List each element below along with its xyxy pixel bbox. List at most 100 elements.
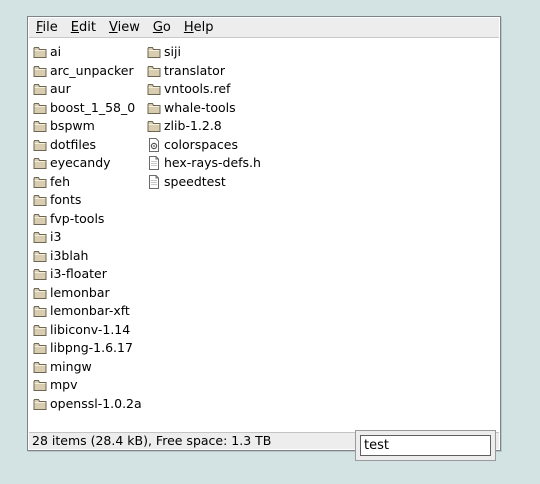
text-file-icon [147,156,161,171]
menu-label-rest: ile [42,19,58,35]
folder-icon [147,82,161,96]
file-item[interactable]: colorspaces [147,136,261,155]
file-item[interactable]: i3-floater [33,265,142,284]
file-item[interactable]: openssl-1.0.2a [33,395,142,414]
folder-icon [147,64,161,78]
file-name: bspwm [50,118,95,134]
file-item[interactable]: whale-tools [147,99,261,118]
file-name: zlib-1.2.8 [164,118,222,134]
folder-icon [33,64,47,78]
file-item[interactable]: ai [33,43,142,62]
file-item[interactable]: zlib-1.2.8 [147,117,261,136]
file-column-2: siji translator vntools.ref whale-tools zlib… [147,43,261,191]
file-name: fvp-tools [50,210,105,226]
file-name: speedtest [164,173,226,189]
file-column-1: ai arc_unpackeraur boost_1_58_0bspwm dotfil… [33,43,142,413]
file-item[interactable]: i3blah [33,247,142,266]
file-name: i3 [50,229,62,245]
file-name: ai [50,44,62,60]
file-name: hex-rays-defs.h [164,155,261,171]
menu-label-rest: iew [117,19,140,35]
file-item[interactable]: feh [33,173,142,192]
file-name: dotfiles [50,136,97,152]
folder-icon [33,304,47,318]
file-item[interactable]: i3 [33,228,142,247]
menu-edit[interactable]: Edit [71,18,96,38]
file-name: fonts [50,192,82,208]
file-item[interactable]: bspwm [33,117,142,136]
file-item[interactable]: speedtest [147,173,261,192]
folder-icon [33,323,47,337]
file-name: whale-tools [164,99,236,115]
menu-view[interactable]: View [109,18,140,38]
folder-icon [33,119,47,133]
folder-icon [147,119,161,133]
file-item[interactable]: siji [147,43,261,62]
type-ahead-search-popup [355,430,496,461]
file-name: openssl-1.0.2a [50,395,142,411]
folder-icon [33,175,47,189]
file-name: lemonbar-xft [50,303,130,319]
file-item[interactable]: fvp-tools [33,210,142,229]
file-name: lemonbar [50,284,110,300]
file-item[interactable]: lemonbar [33,284,142,303]
folder-icon [33,82,47,96]
folder-icon [33,138,47,152]
folder-icon [33,212,47,226]
file-item[interactable]: aur [33,80,142,99]
folder-icon [33,341,47,355]
menu-label-rest: elp [193,19,214,35]
folder-icon [33,101,47,115]
folder-icon [147,45,161,59]
file-name: libiconv-1.14 [50,321,131,337]
folder-icon [33,230,47,244]
folder-icon [33,193,47,207]
file-name: siji [164,44,181,60]
file-name: aur [50,81,71,97]
file-name: i3-floater [50,266,107,282]
file-item[interactable]: libiconv-1.14 [33,321,142,340]
menu-mnemonic: V [108,19,118,35]
file-item[interactable]: dotfiles [33,136,142,155]
folder-icon [147,101,161,115]
menu-help[interactable]: Help [184,18,214,38]
folder-icon [33,378,47,392]
settings-file-icon [147,137,161,152]
menu-mnemonic: H [183,19,194,35]
file-list[interactable]: ai arc_unpackeraur boost_1_58_0bspwm dotfil… [32,43,497,427]
file-item[interactable]: eyecandy [33,154,142,173]
file-item[interactable]: lemonbar-xft [33,302,142,321]
menu-label-rest: o [162,19,171,35]
file-item[interactable]: translator [147,62,261,81]
file-item[interactable]: mpv [33,376,142,395]
menubar: File Edit View Go Help [29,18,499,38]
file-item[interactable]: boost_1_58_0 [33,99,142,118]
menu-go[interactable]: Go [153,18,171,38]
file-name: boost_1_58_0 [50,99,136,115]
file-item[interactable]: mingw [33,358,142,377]
file-item[interactable]: vntools.ref [147,80,261,99]
menu-file[interactable]: File [36,18,58,38]
folder-icon [33,397,47,411]
search-input[interactable] [360,435,491,456]
file-item[interactable]: arc_unpacker [33,62,142,81]
file-name: libpng-1.6.17 [50,340,133,356]
file-name: mingw [50,358,92,374]
file-name: i3blah [50,247,89,263]
folder-icon [33,267,47,281]
file-name: mpv [50,377,78,393]
folder-icon [33,156,47,170]
file-name: colorspaces [164,136,238,152]
menu-mnemonic: G [152,19,163,35]
text-file-icon [147,174,161,189]
file-item[interactable]: libpng-1.6.17 [33,339,142,358]
folder-icon [33,360,47,374]
file-name: eyecandy [50,155,111,171]
menu-label-rest: dit [79,19,96,35]
folder-icon [33,45,47,59]
file-name: arc_unpacker [50,62,134,78]
file-item[interactable]: hex-rays-defs.h [147,154,261,173]
file-item[interactable]: fonts [33,191,142,210]
menu-mnemonic: E [70,19,79,35]
folder-icon [33,286,47,300]
